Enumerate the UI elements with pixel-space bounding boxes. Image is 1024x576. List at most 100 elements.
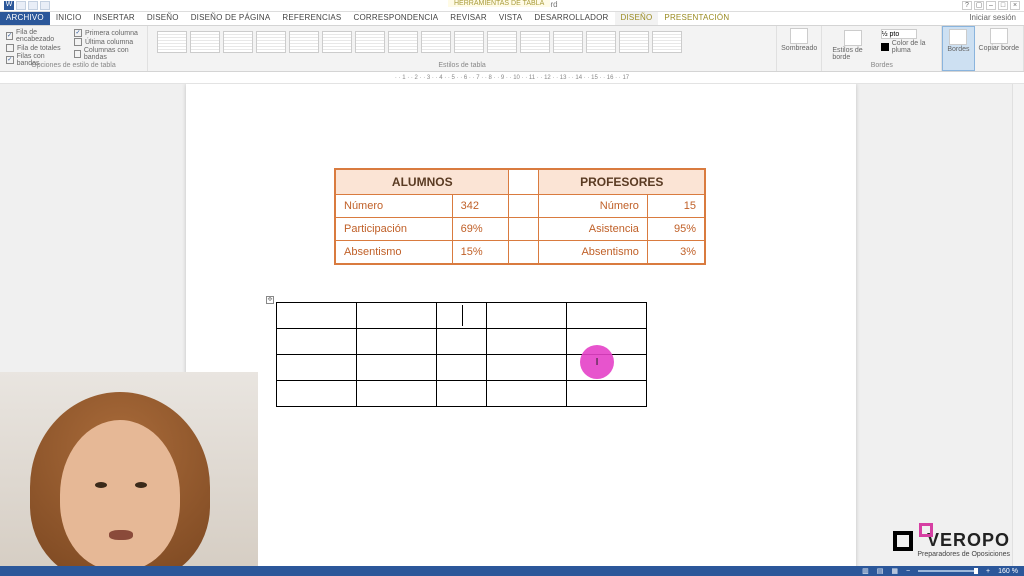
table-move-handle[interactable]: ✥ xyxy=(266,296,274,304)
style-thumb[interactable] xyxy=(355,31,385,53)
cell[interactable] xyxy=(357,303,437,329)
view-read-mode-icon[interactable]: ▤ xyxy=(877,567,884,575)
ribbon: ✓Fila de encabezado Fila de totales ✓Fil… xyxy=(0,26,1024,72)
tab-table-layout[interactable]: PRESENTACIÓN xyxy=(658,11,735,25)
cell-label[interactable]: Absentismo xyxy=(539,241,647,265)
style-thumb[interactable] xyxy=(190,31,220,53)
view-web-layout-icon[interactable]: ▦ xyxy=(891,567,898,575)
cell-label[interactable]: Número xyxy=(335,195,452,218)
ribbon-display-button[interactable]: ▢ xyxy=(974,1,984,10)
horizontal-ruler[interactable]: · · 1 · · 2 · · 3 · · 4 · · 5 · · 6 · · … xyxy=(0,72,1024,84)
checkbox-first-column[interactable]: ✓ xyxy=(74,29,82,37)
tab-table-design[interactable]: DISEÑO xyxy=(615,11,659,25)
cell-value[interactable]: 15 xyxy=(647,195,705,218)
pen-color-button[interactable]: Color de la pluma xyxy=(892,40,936,54)
shading-button[interactable]: Sombreado xyxy=(777,26,822,71)
cell[interactable] xyxy=(277,303,357,329)
cell[interactable] xyxy=(567,303,647,329)
style-thumb[interactable] xyxy=(586,31,616,53)
style-thumb[interactable] xyxy=(223,31,253,53)
cell[interactable] xyxy=(487,381,567,407)
style-thumb[interactable] xyxy=(520,31,550,53)
tab-insert[interactable]: INSERTAR xyxy=(88,11,141,25)
cell-spacer[interactable] xyxy=(509,241,539,265)
cell-value[interactable]: 95% xyxy=(647,218,705,241)
styled-table[interactable]: ALUMNOS PROFESORES Número 342 Número 15 … xyxy=(334,168,706,265)
zoom-out-button[interactable]: − xyxy=(906,568,910,575)
tab-developer[interactable]: DESARROLLADOR xyxy=(528,11,614,25)
cell-label[interactable]: Absentismo xyxy=(335,241,452,265)
style-thumb[interactable] xyxy=(454,31,484,53)
cell-spacer[interactable] xyxy=(509,195,539,218)
cell-value[interactable]: 15% xyxy=(452,241,509,265)
label-first-column: Primera columna xyxy=(85,30,138,37)
checkbox-total-row[interactable] xyxy=(6,44,14,52)
cell-value[interactable]: 3% xyxy=(647,241,705,265)
view-print-layout-icon[interactable]: ▥ xyxy=(862,567,869,575)
sign-in-link[interactable]: Iniciar sesión xyxy=(969,11,1024,25)
borders-button[interactable]: Bordes xyxy=(942,26,974,71)
cell[interactable] xyxy=(437,355,487,381)
tab-file[interactable]: ARCHIVO xyxy=(0,11,50,25)
style-thumb[interactable] xyxy=(322,31,352,53)
minimize-button[interactable]: – xyxy=(986,1,996,10)
zoom-level[interactable]: 160 % xyxy=(998,568,1018,575)
style-thumb[interactable] xyxy=(256,31,286,53)
style-thumb[interactable] xyxy=(487,31,517,53)
cell[interactable] xyxy=(357,329,437,355)
help-button[interactable]: ? xyxy=(962,1,972,10)
cell[interactable] xyxy=(487,355,567,381)
maximize-button[interactable]: □ xyxy=(998,1,1008,10)
style-thumb[interactable] xyxy=(652,31,682,53)
style-thumb[interactable] xyxy=(553,31,583,53)
table-tools-label: HERRAMIENTAS DE TABLA xyxy=(448,0,550,7)
tab-design-main[interactable]: DISEÑO xyxy=(141,11,185,25)
cell[interactable] xyxy=(277,381,357,407)
cell[interactable] xyxy=(357,355,437,381)
cell[interactable] xyxy=(487,329,567,355)
border-painter-button[interactable]: Copiar borde xyxy=(975,26,1024,71)
checkbox-last-column[interactable] xyxy=(74,38,82,46)
page[interactable]: ALUMNOS PROFESORES Número 342 Número 15 … xyxy=(186,84,856,566)
style-thumb[interactable] xyxy=(388,31,418,53)
style-thumb[interactable] xyxy=(289,31,319,53)
quick-access-toolbar: W xyxy=(0,1,50,10)
save-button[interactable] xyxy=(16,1,26,10)
zoom-in-button[interactable]: + xyxy=(986,568,990,575)
tab-home[interactable]: INICIO xyxy=(50,11,88,25)
pen-weight-input[interactable] xyxy=(881,29,917,39)
border-styles-button[interactable]: Estilos de borde xyxy=(828,28,876,63)
cell[interactable] xyxy=(567,381,647,407)
borders-group: Estilos de borde Color de la pluma Borde… xyxy=(822,26,942,71)
cell[interactable] xyxy=(357,381,437,407)
cell-label[interactable]: Número xyxy=(539,195,647,218)
zoom-slider[interactable] xyxy=(918,570,978,572)
cell[interactable] xyxy=(437,381,487,407)
redo-button[interactable] xyxy=(40,1,50,10)
cell-label[interactable]: Participación xyxy=(335,218,452,241)
checkbox-banded-columns[interactable] xyxy=(74,50,81,58)
style-thumb[interactable] xyxy=(619,31,649,53)
tab-view[interactable]: VISTA xyxy=(493,11,529,25)
checkbox-header-row[interactable]: ✓ xyxy=(6,32,13,40)
tab-mailings[interactable]: CORRESPONDENCIA xyxy=(347,11,444,25)
tab-page-layout[interactable]: DISEÑO DE PÁGINA xyxy=(185,11,277,25)
style-thumb[interactable] xyxy=(421,31,451,53)
cell-value[interactable]: 342 xyxy=(452,195,509,218)
tab-review[interactable]: REVISAR xyxy=(444,11,493,25)
close-button[interactable]: × xyxy=(1010,1,1020,10)
cell[interactable] xyxy=(277,329,357,355)
presenter-mouth xyxy=(109,530,133,540)
undo-button[interactable] xyxy=(28,1,38,10)
cell-value[interactable]: 69% xyxy=(452,218,509,241)
cell[interactable] xyxy=(437,329,487,355)
cell[interactable] xyxy=(277,355,357,381)
tab-references[interactable]: REFERENCIAS xyxy=(276,11,347,25)
vertical-scrollbar[interactable] xyxy=(1012,84,1024,566)
cell[interactable] xyxy=(487,303,567,329)
style-thumb[interactable] xyxy=(157,31,187,53)
cell-spacer[interactable] xyxy=(509,218,539,241)
cell-label[interactable]: Asistencia xyxy=(539,218,647,241)
cell[interactable] xyxy=(437,303,487,329)
brand-logo: VEROPO Preparadores de Oposiciones xyxy=(893,530,1010,558)
